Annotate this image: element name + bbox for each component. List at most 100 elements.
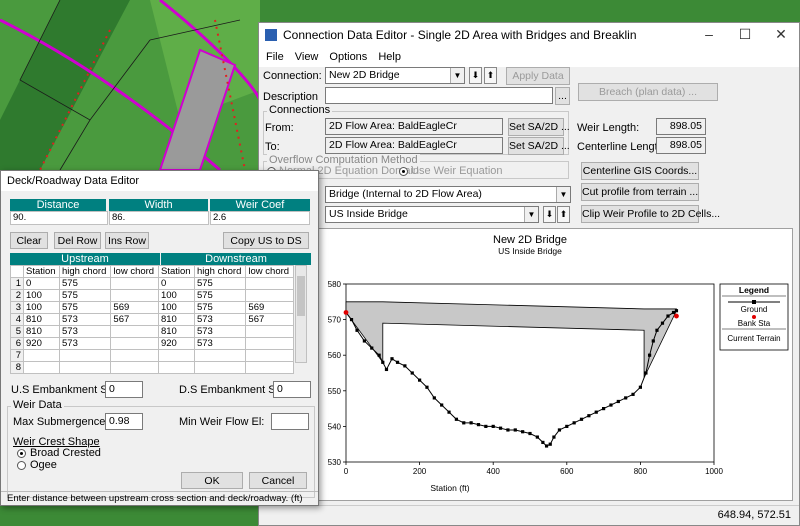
- del-row-button[interactable]: Del Row: [54, 232, 101, 249]
- clip-weir-button[interactable]: Clip Weir Profile to 2D Cells...: [581, 205, 720, 223]
- table-cell[interactable]: [110, 325, 159, 338]
- table-cell[interactable]: 920: [157, 337, 195, 350]
- table-cell[interactable]: [245, 325, 294, 338]
- arrow-down-icon[interactable]: ⬇: [469, 67, 482, 84]
- arrow-down-icon[interactable]: ⬇: [543, 206, 556, 223]
- table-row[interactable]: 5 810 573 810 573: [10, 325, 294, 338]
- set-sa-to-button[interactable]: Set SA/2D ...: [508, 137, 570, 155]
- table-cell[interactable]: 920: [23, 337, 60, 350]
- table-cell[interactable]: [157, 349, 195, 362]
- breach-button[interactable]: Breach (plan data) ...: [578, 83, 718, 101]
- table-cell[interactable]: [193, 349, 247, 362]
- table-cell[interactable]: [245, 361, 294, 374]
- centerline-gis-button[interactable]: Centerline GIS Coords...: [581, 162, 699, 180]
- table-cell[interactable]: 575: [193, 301, 247, 314]
- table-cell[interactable]: 0: [23, 277, 60, 290]
- table-cell[interactable]: [23, 361, 60, 374]
- table-cell[interactable]: [110, 349, 159, 362]
- menu-file[interactable]: File: [266, 51, 284, 63]
- close-icon[interactable]: ✕: [763, 23, 799, 47]
- arrow-up-icon[interactable]: ⬆: [484, 67, 497, 84]
- ins-row-button[interactable]: Ins Row: [105, 232, 149, 249]
- type-select[interactable]: Bridge (Internal to 2D Flow Area) ▼: [325, 186, 571, 203]
- table-cell[interactable]: 573: [193, 313, 247, 326]
- menu-options[interactable]: Options: [329, 51, 367, 63]
- menu-help[interactable]: Help: [378, 51, 401, 63]
- scrollbar-thumb[interactable]: [297, 276, 305, 316]
- deck-table[interactable]: Station high chord low chord Station hig…: [10, 265, 294, 374]
- bridge-select[interactable]: US Inside Bridge ▼: [325, 206, 539, 223]
- table-cell[interactable]: 567: [245, 313, 294, 326]
- table-row[interactable]: 7: [10, 349, 294, 362]
- set-sa-from-button[interactable]: Set SA/2D ...: [508, 118, 570, 136]
- table-cell[interactable]: [245, 337, 294, 350]
- table-cell[interactable]: [157, 361, 195, 374]
- table-cell[interactable]: 569: [110, 301, 159, 314]
- table-cell[interactable]: 569: [245, 301, 294, 314]
- table-cell[interactable]: 573: [58, 313, 112, 326]
- apply-data-button[interactable]: Apply Data: [506, 67, 570, 85]
- arrow-up-icon[interactable]: ⬆: [557, 206, 570, 223]
- table-cell[interactable]: 573: [58, 337, 112, 350]
- table-cell[interactable]: 575: [58, 301, 112, 314]
- profile-plot[interactable]: New 2D Bridge US Inside Bridge 0 200 400 60…: [265, 228, 793, 501]
- table-cell[interactable]: 573: [193, 337, 247, 350]
- table-cell[interactable]: [110, 277, 159, 290]
- chevron-down-icon[interactable]: ▼: [524, 207, 538, 222]
- ds-embankment-input[interactable]: 0: [273, 381, 311, 398]
- maximize-icon[interactable]: ☐: [727, 23, 763, 47]
- table-cell[interactable]: [245, 289, 294, 302]
- table-cell[interactable]: 100: [23, 289, 60, 302]
- table-cell[interactable]: 575: [58, 289, 112, 302]
- chevron-down-icon[interactable]: ▼: [556, 187, 570, 202]
- distance-input[interactable]: 90.: [10, 211, 108, 225]
- menu-view[interactable]: View: [295, 51, 319, 63]
- connection-select[interactable]: New 2D Bridge ▼: [325, 67, 465, 84]
- table-cell[interactable]: [58, 349, 112, 362]
- table-cell[interactable]: [245, 277, 294, 290]
- chevron-down-icon[interactable]: ▼: [450, 68, 464, 83]
- table-cell[interactable]: 567: [110, 313, 159, 326]
- description-more-button[interactable]: ...: [555, 87, 570, 105]
- table-row[interactable]: 1 0 575 0 575: [10, 277, 294, 290]
- table-row[interactable]: 4 810 573 567 810 573 567: [10, 313, 294, 326]
- table-cell[interactable]: 100: [23, 301, 60, 314]
- table-cell[interactable]: 575: [193, 289, 247, 302]
- table-cell[interactable]: 810: [23, 325, 60, 338]
- copy-us-to-ds-button[interactable]: Copy US to DS: [223, 232, 309, 249]
- ogee-radio[interactable]: [17, 461, 26, 470]
- table-cell[interactable]: [193, 361, 247, 374]
- weir-coef-input[interactable]: 2.6: [210, 211, 310, 225]
- table-cell[interactable]: 810: [157, 325, 195, 338]
- table-row[interactable]: 6 920 573 920 573: [10, 337, 294, 350]
- table-row[interactable]: 8: [10, 361, 294, 374]
- overflow-weir-radio[interactable]: [399, 167, 408, 176]
- description-field[interactable]: [325, 87, 553, 104]
- cancel-button[interactable]: Cancel: [249, 472, 307, 489]
- table-row[interactable]: 2 100 575 100 575: [10, 289, 294, 302]
- max-submergence-input[interactable]: 0.98: [105, 413, 143, 430]
- width-input[interactable]: 86.: [109, 211, 209, 225]
- ok-button[interactable]: OK: [181, 472, 243, 489]
- table-cell[interactable]: 810: [23, 313, 60, 326]
- us-embankment-input[interactable]: 0: [105, 381, 143, 398]
- table-cell[interactable]: 573: [58, 325, 112, 338]
- broad-crested-radio[interactable]: [17, 449, 26, 458]
- min-weir-flow-input[interactable]: [271, 413, 309, 430]
- table-cell[interactable]: [245, 349, 294, 362]
- table-cell[interactable]: 575: [58, 277, 112, 290]
- table-cell[interactable]: [110, 337, 159, 350]
- table-cell[interactable]: 100: [157, 301, 195, 314]
- clear-button[interactable]: Clear: [10, 232, 48, 249]
- cut-profile-button[interactable]: Cut profile from terrain ...: [581, 183, 699, 201]
- table-cell[interactable]: [23, 349, 60, 362]
- table-cell[interactable]: 810: [157, 313, 195, 326]
- table-cell[interactable]: 100: [157, 289, 195, 302]
- table-cell[interactable]: [110, 289, 159, 302]
- table-cell[interactable]: 573: [193, 325, 247, 338]
- table-row[interactable]: 3 100 575 569 100 575 569: [10, 301, 294, 314]
- minimize-icon[interactable]: –: [691, 23, 727, 47]
- table-cell[interactable]: [110, 361, 159, 374]
- table-scrollbar[interactable]: [295, 265, 307, 363]
- table-cell[interactable]: 0: [157, 277, 195, 290]
